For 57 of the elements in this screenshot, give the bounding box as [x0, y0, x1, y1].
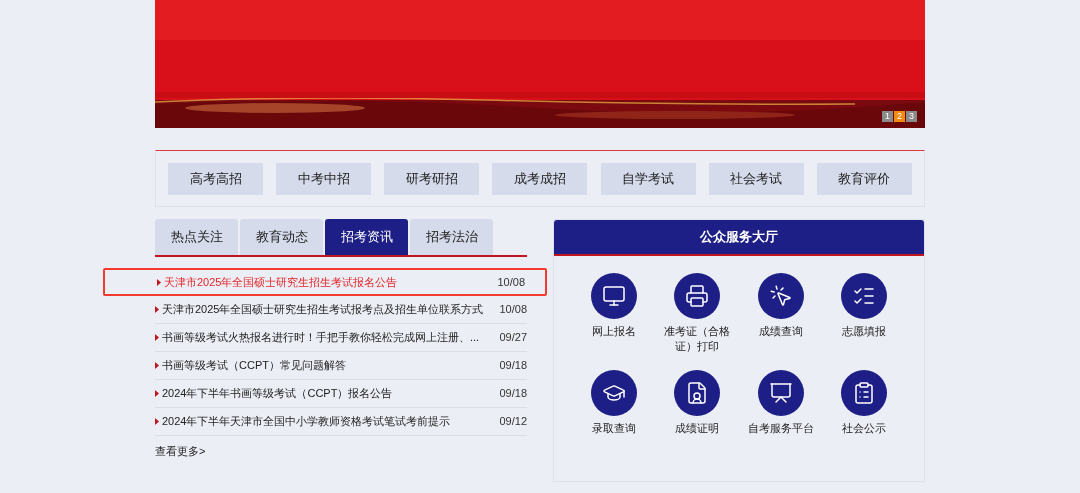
news-date: 10/08 — [499, 302, 527, 318]
service-button[interactable] — [841, 370, 888, 416]
service-label: 准考证（合格证）打印 — [663, 324, 732, 354]
news-title: 书画等级考试（CCPT）常见问题解答 — [162, 358, 346, 374]
news-tab[interactable]: 教育动态 — [240, 219, 323, 255]
category-button[interactable]: 中考中招 — [276, 162, 372, 195]
service-button[interactable] — [674, 273, 721, 319]
news-tab[interactable]: 热点关注 — [155, 219, 238, 255]
category-button[interactable]: 社会考试 — [708, 162, 804, 195]
news-title: 2024年下半年书画等级考试（CCPT）报名公告 — [162, 386, 393, 402]
service-button[interactable] — [841, 273, 888, 319]
news-title: 天津市2025年全国硕士研究生招生考试报名公告 — [164, 274, 398, 290]
bullet-icon — [155, 306, 159, 313]
category-button[interactable]: 高考高招 — [168, 162, 263, 195]
service-label: 志愿填报 — [841, 324, 888, 339]
service-button[interactable] — [590, 370, 637, 416]
news-date: 09/18 — [499, 358, 527, 374]
news-title: 2024年下半年天津市全国中小学教师资格考试笔试考前提示 — [162, 414, 451, 430]
service-button[interactable] — [757, 273, 804, 319]
monitor-icon — [601, 284, 626, 308]
news-item[interactable]: 2024年下半年书画等级考试（CCPT）报名公告 09/18 — [155, 380, 527, 408]
service-label: 成绩证明 — [674, 421, 721, 436]
news-item[interactable]: 2024年下半年天津市全国中小学教师资格考试笔试考前提示 09/12 — [155, 408, 527, 436]
news-tab[interactable]: 招考法治 — [410, 219, 493, 255]
service-label: 社会公示 — [841, 421, 888, 436]
news-title: 书画等级考试火热报名进行时！手把手教你轻松完成网上注册、... — [162, 330, 480, 346]
news-item[interactable]: 天津市2025年全国硕士研究生招生考试报名公告 10/08 — [103, 268, 547, 296]
service-button[interactable] — [674, 370, 721, 416]
bullet-icon — [155, 362, 159, 369]
panel-title: 公众服务大厅 — [700, 228, 778, 247]
news-item[interactable]: 书画等级考试火热报名进行时！手把手教你轻松完成网上注册、... 09/27 — [155, 324, 527, 352]
service-label: 录取查询 — [590, 421, 637, 436]
category-button[interactable]: 自学考试 — [600, 162, 696, 195]
service-button[interactable] — [757, 370, 804, 416]
category-button[interactable]: 成考成招 — [492, 162, 588, 195]
news-date: 10/08 — [497, 274, 525, 290]
news-date: 09/12 — [499, 414, 527, 430]
news-date: 09/27 — [499, 330, 527, 346]
bullet-icon — [155, 390, 159, 397]
news-item[interactable]: 天津市2025年全国硕士研究生招生考试报考点及招生单位联系方式 10/08 — [155, 296, 527, 324]
service-button[interactable] — [590, 273, 637, 319]
printer-icon — [685, 284, 710, 308]
bullet-icon — [155, 418, 159, 425]
bullet-icon — [155, 334, 159, 341]
click-icon — [768, 284, 793, 308]
presentation-icon — [768, 381, 793, 405]
news-tab[interactable]: 招考资讯 — [325, 219, 408, 255]
news-item[interactable]: 书画等级考试（CCPT）常见问题解答 09/18 — [155, 352, 527, 380]
category-button[interactable]: 研考研招 — [384, 162, 480, 195]
bullet-icon — [157, 278, 161, 286]
service-label: 成绩查询 — [757, 324, 804, 339]
service-label: 网上报名 — [590, 324, 637, 339]
service-label: 自考服务平台 — [746, 421, 815, 436]
category-button[interactable]: 教育评价 — [816, 162, 912, 195]
more-link[interactable]: 查看更多> — [155, 443, 206, 460]
news-date: 09/18 — [499, 386, 527, 402]
news-title: 天津市2025年全国硕士研究生招生考试报考点及招生单位联系方式 — [162, 302, 484, 318]
